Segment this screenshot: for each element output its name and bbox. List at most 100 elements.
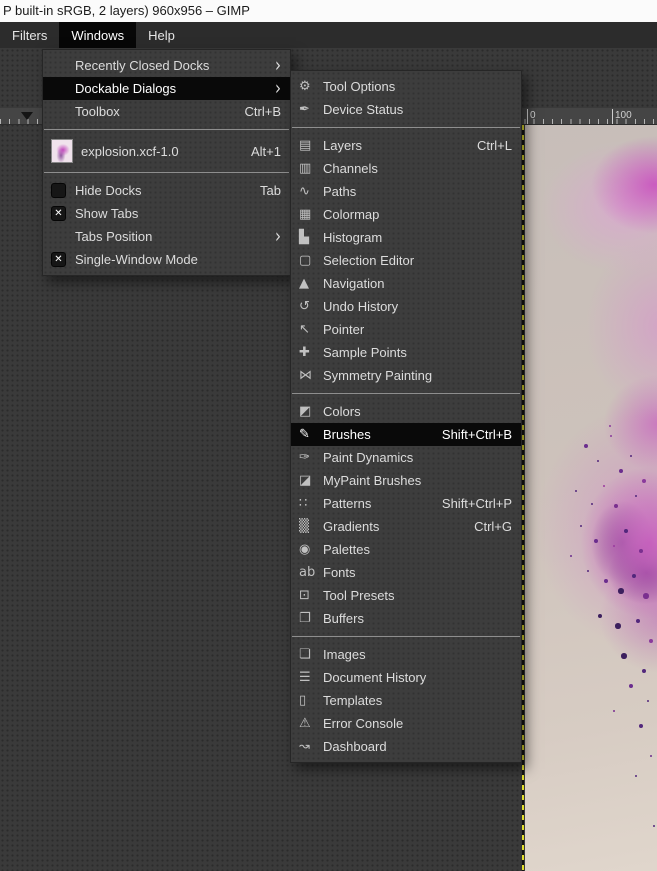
menubar-item-filters[interactable]: Filters bbox=[0, 22, 59, 48]
menu-item-label: explosion.xcf-1.0 bbox=[81, 143, 179, 159]
menu-item-undo-history[interactable]: ↺ Undo History bbox=[291, 295, 521, 318]
colors-icon: ◩ bbox=[299, 404, 312, 419]
menu-item-tool-presets[interactable]: ⊡ Tool Presets bbox=[291, 584, 521, 607]
menu-item-selection-editor[interactable]: ▢ Selection Editor bbox=[291, 249, 521, 272]
menu-item-lead: ✑ bbox=[299, 451, 323, 464]
menu-item-lead: ▒ bbox=[299, 520, 323, 533]
menu-item-patterns[interactable]: ∷ Patterns Shift+Ctrl+P bbox=[291, 492, 521, 515]
menu-item-error-console[interactable]: ⚠ Error Console bbox=[291, 712, 521, 735]
menu-item-label: Paths bbox=[323, 184, 357, 199]
checkbox-checked-icon: ✕ bbox=[51, 252, 66, 267]
menu-item-label: Pointer bbox=[323, 322, 365, 337]
menu-item-document-history[interactable]: ☰ Document History bbox=[291, 666, 521, 689]
menu-item-lead: ↺ bbox=[299, 300, 323, 313]
ruler-position-marker-icon bbox=[21, 112, 33, 120]
menu-separator bbox=[292, 393, 520, 394]
menu-item-tabs-position[interactable]: Tabs Position › bbox=[43, 225, 290, 248]
menu-item-lead: ▤ bbox=[299, 139, 323, 152]
patterns-icon: ∷ bbox=[299, 496, 308, 511]
menu-item-paths[interactable]: ∿ Paths bbox=[291, 180, 521, 203]
menu-item-show-tabs[interactable]: ✕ Show Tabs bbox=[43, 202, 290, 225]
menu-item-explosion-xcf-1-0[interactable]: explosion.xcf-1.0 Alt+1 bbox=[43, 136, 290, 166]
undo-history-icon: ↺ bbox=[299, 299, 310, 314]
tool-options-icon: ⚙ bbox=[299, 79, 311, 94]
menu-item-paint-dynamics[interactable]: ✑ Paint Dynamics bbox=[291, 446, 521, 469]
gradients-icon: ▒ bbox=[299, 519, 309, 534]
window-title: P built-in sRGB, 2 layers) 960x956 – GIM… bbox=[0, 0, 657, 22]
menu-item-label: Sample Points bbox=[323, 345, 407, 360]
device-status-icon: ✒ bbox=[299, 102, 310, 117]
image-thumbnail bbox=[51, 139, 73, 163]
menu-item-pointer[interactable]: ↖ Pointer bbox=[291, 318, 521, 341]
menu-item-brushes[interactable]: ✎ Brushes Shift+Ctrl+B bbox=[291, 423, 521, 446]
menu-item-hide-docks[interactable]: Hide Docks Tab bbox=[43, 179, 290, 202]
menu-item-label: Recently Closed Docks bbox=[75, 58, 210, 73]
menu-item-images[interactable]: ❏ Images bbox=[291, 643, 521, 666]
submenu-chevron-icon: › bbox=[275, 224, 281, 248]
menu-item-layers[interactable]: ▤ Layers Ctrl+L bbox=[291, 134, 521, 157]
brushes-icon: ✎ bbox=[299, 427, 310, 442]
menu-item-histogram[interactable]: ▙ Histogram bbox=[291, 226, 521, 249]
submenu-chevron-icon: › bbox=[275, 76, 281, 100]
menu-item-lead: ⚙ bbox=[299, 80, 323, 93]
menu-item-device-status[interactable]: ✒ Device Status bbox=[291, 98, 521, 121]
ruler-label-0: 0 bbox=[527, 109, 536, 124]
menu-item-colors[interactable]: ◩ Colors bbox=[291, 400, 521, 423]
channels-icon: ▥ bbox=[299, 161, 312, 176]
menu-item-sample-points[interactable]: ✚ Sample Points bbox=[291, 341, 521, 364]
menu-item-colormap[interactable]: ▦ Colormap bbox=[291, 203, 521, 226]
menu-item-lead: ▦ bbox=[299, 208, 323, 221]
menubar-item-help[interactable]: Help bbox=[136, 22, 187, 48]
menubar-item-windows[interactable]: Windows bbox=[59, 22, 137, 48]
menu-item-lead: ☰ bbox=[299, 671, 323, 684]
menu-item-lead: ⊡ bbox=[299, 589, 323, 602]
menu-item-label: Dashboard bbox=[323, 739, 387, 754]
menu-item-mypaint-brushes[interactable]: ◪ MyPaint Brushes bbox=[291, 469, 521, 492]
menu-item-fonts[interactable]: ab Fonts bbox=[291, 561, 521, 584]
menu-item-templates[interactable]: ▯ Templates bbox=[291, 689, 521, 712]
menu-item-shortcut: Shift+Ctrl+P bbox=[441, 496, 512, 511]
menu-item-lead: ⚠ bbox=[299, 717, 323, 730]
menu-item-recently-closed-docks[interactable]: Recently Closed Docks › bbox=[43, 54, 290, 77]
menu-item-dockable-dialogs[interactable]: Dockable Dialogs › bbox=[43, 77, 290, 100]
paths-icon: ∿ bbox=[299, 184, 310, 199]
menu-item-label: Undo History bbox=[323, 299, 399, 314]
ruler-label-100: 100 bbox=[612, 109, 632, 124]
menu-item-lead: ◩ bbox=[299, 405, 323, 418]
menu-item-lead: ◉ bbox=[299, 543, 323, 556]
menu-item-shortcut: Ctrl+B bbox=[244, 104, 281, 119]
menu-item-label: Histogram bbox=[323, 230, 383, 245]
menu-item-channels[interactable]: ▥ Channels bbox=[291, 157, 521, 180]
menu-item-symmetry-painting[interactable]: ⋈ Symmetry Painting bbox=[291, 364, 521, 387]
buffers-icon: ❐ bbox=[299, 611, 311, 626]
menu-item-dashboard[interactable]: ↝ Dashboard bbox=[291, 735, 521, 758]
menu-item-single-window-mode[interactable]: ✕ Single-Window Mode bbox=[43, 248, 290, 271]
menu-item-label: Palettes bbox=[323, 542, 370, 557]
menu-item-shortcut: Shift+Ctrl+B bbox=[441, 427, 512, 442]
menu-item-lead: ◪ bbox=[299, 474, 323, 487]
menu-item-lead: ab bbox=[299, 566, 323, 579]
menu-item-toolbox[interactable]: Toolbox Ctrl+B bbox=[43, 100, 290, 123]
menu-item-gradients[interactable]: ▒ Gradients Ctrl+G bbox=[291, 515, 521, 538]
menu-item-buffers[interactable]: ❐ Buffers bbox=[291, 607, 521, 630]
menu-item-shortcut: Alt+1 bbox=[251, 143, 281, 159]
menu-bar: Filters Windows Help bbox=[0, 22, 657, 48]
menu-item-label: Dockable Dialogs bbox=[75, 81, 177, 96]
menu-item-lead: ✕ bbox=[51, 252, 75, 267]
explosion-specks bbox=[525, 125, 527, 127]
menu-item-palettes[interactable]: ◉ Palettes bbox=[291, 538, 521, 561]
canvas-workspace: 0 100 Recently Closed Docks › Dockable Dia… bbox=[0, 48, 657, 871]
image-canvas[interactable] bbox=[525, 125, 657, 871]
menu-item-label: Colors bbox=[323, 404, 361, 419]
menu-item-navigation[interactable]: ▲ Navigation bbox=[291, 272, 521, 295]
menu-separator bbox=[292, 127, 520, 128]
menu-separator bbox=[292, 636, 520, 637]
menu-item-label: Selection Editor bbox=[323, 253, 415, 268]
colormap-icon: ▦ bbox=[299, 207, 312, 222]
menu-item-label: Gradients bbox=[323, 519, 380, 534]
menu-item-lead: ▲ bbox=[299, 277, 323, 290]
menu-item-tool-options[interactable]: ⚙ Tool Options bbox=[291, 75, 521, 98]
menu-item-lead: ↝ bbox=[299, 740, 323, 753]
menu-item-label: Patterns bbox=[323, 496, 372, 511]
menu-item-label: Navigation bbox=[323, 276, 385, 291]
